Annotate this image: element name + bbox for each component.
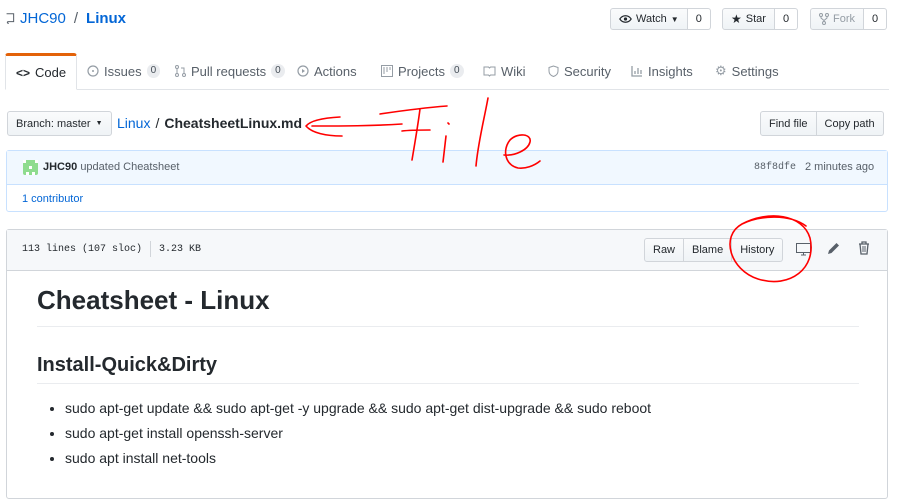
code-icon: <>: [16, 65, 31, 80]
fork-label: Fork: [833, 13, 855, 25]
tab-label: Security: [564, 63, 611, 79]
watch-button[interactable]: Watch ▼: [610, 8, 688, 30]
repo-title: JHC90 / Linux: [5, 10, 126, 27]
file-size: 3.23 KB: [159, 244, 202, 255]
tab-issues[interactable]: Issues 0: [87, 53, 161, 89]
desktop-icon[interactable]: [796, 243, 811, 256]
star-group: ★ Star 0: [722, 8, 799, 30]
play-icon: [297, 65, 309, 77]
tab-label: Pull requests: [191, 63, 267, 79]
project-icon: [381, 65, 393, 77]
file-header: 113 lines (107 sloc) 3.23 KB Raw Blame H…: [7, 230, 887, 271]
commit-message[interactable]: updated Cheatsheet: [80, 161, 179, 173]
watch-group: Watch ▼ 0: [610, 8, 711, 30]
file-box: 113 lines (107 sloc) 3.23 KB Raw Blame H…: [6, 229, 888, 499]
list-item: sudo apt install net-tools: [65, 446, 651, 471]
copy-path-button[interactable]: Copy path: [816, 111, 884, 136]
commit-time: 2 minutes ago: [805, 161, 875, 173]
book-icon: [483, 66, 496, 77]
caret-down-icon: ▼: [670, 14, 679, 24]
contributors-link[interactable]: 1 contributor: [22, 193, 83, 205]
watch-count[interactable]: 0: [687, 8, 711, 30]
tab-label: Settings: [731, 63, 779, 79]
issue-icon: [87, 65, 99, 77]
branch-label: Branch: master: [16, 117, 91, 130]
tab-actions[interactable]: Actions: [297, 53, 357, 89]
fork-group: Fork 0: [810, 8, 888, 30]
tab-label: Wiki: [501, 63, 526, 79]
markdown-heading-1: Cheatsheet - Linux: [37, 285, 859, 327]
tab-label: Issues: [104, 63, 142, 79]
repo-tabs: <> Code Issues 0 Pull requests 0 Actions…: [5, 53, 889, 90]
commit-bar: JHC90 updated Cheatsheet 88f8dfe 2 minut…: [7, 151, 887, 185]
avatar[interactable]: [23, 160, 38, 175]
find-file-button[interactable]: Find file: [760, 111, 817, 136]
file-actions: Find file Copy path: [760, 111, 884, 136]
tab-label: Insights: [648, 63, 693, 79]
shield-icon: [548, 65, 559, 77]
repo-owner-link[interactable]: JHC90: [20, 10, 66, 27]
projects-count-badge: 0: [449, 64, 464, 78]
commit-sha[interactable]: 88f8dfe: [754, 162, 796, 173]
pencil-icon[interactable]: [827, 242, 840, 255]
divider: [150, 241, 151, 257]
commit-author-link[interactable]: JHC90: [43, 161, 77, 173]
repo-name-link[interactable]: Linux: [86, 10, 126, 27]
star-icon: ★: [731, 12, 742, 26]
commit-box: JHC90 updated Cheatsheet 88f8dfe 2 minut…: [6, 150, 888, 212]
tab-security[interactable]: Security: [548, 53, 611, 89]
tab-label: Actions: [314, 63, 357, 79]
gear-icon: ⚙: [715, 63, 727, 78]
tab-code[interactable]: <> Code: [5, 53, 78, 90]
history-button[interactable]: History: [732, 238, 784, 262]
tab-label: Projects: [398, 63, 445, 79]
identicon-icon: [23, 160, 38, 175]
graph-icon: [631, 66, 642, 77]
commit-line: JHC90 updated Cheatsheet: [43, 161, 179, 173]
breadcrumb: Linux / CheatsheetLinux.md: [117, 115, 302, 131]
file-lines: 113 lines (107 sloc): [22, 244, 143, 255]
eye-icon: [619, 15, 632, 23]
repo-icon: [6, 13, 15, 24]
issues-count-badge: 0: [146, 64, 161, 78]
fork-count[interactable]: 0: [864, 8, 888, 30]
tab-insights[interactable]: Insights: [631, 53, 693, 89]
tab-projects[interactable]: Projects 0: [381, 53, 464, 89]
star-count[interactable]: 0: [774, 8, 799, 30]
list-item: sudo apt-get install openssh-server: [65, 421, 651, 446]
tab-wiki[interactable]: Wiki: [483, 53, 526, 89]
trash-icon[interactable]: [858, 241, 870, 255]
tab-label: Code: [35, 65, 67, 80]
pull-request-icon: [175, 65, 186, 77]
breadcrumb-separator: /: [155, 115, 160, 131]
branch-select[interactable]: Branch: master ▼: [7, 111, 112, 136]
fork-button[interactable]: Fork: [810, 8, 864, 30]
star-label: Star: [745, 13, 766, 25]
caret-down-icon: ▼: [95, 120, 103, 127]
tab-settings[interactable]: ⚙ Settings: [715, 53, 779, 89]
markdown-heading-2: Install-Quick&Dirty: [37, 354, 859, 384]
breadcrumb-repo-link[interactable]: Linux: [117, 115, 150, 131]
markdown-list: sudo apt-get update && sudo apt-get -y u…: [37, 396, 651, 471]
list-item: sudo apt-get update && sudo apt-get -y u…: [65, 396, 651, 421]
watch-label: Watch: [636, 13, 667, 25]
pull-requests-count-badge: 0: [271, 64, 285, 78]
annotation-arrow: [305, 116, 403, 137]
raw-button[interactable]: Raw: [644, 238, 685, 262]
blame-button[interactable]: Blame: [684, 238, 733, 262]
view-buttons: Raw Blame History: [644, 238, 784, 262]
repo-separator: /: [73, 10, 79, 27]
star-button[interactable]: ★ Star: [722, 8, 775, 30]
tab-pull-requests[interactable]: Pull requests 0: [175, 53, 285, 89]
fork-icon: [819, 13, 829, 25]
breadcrumb-file: CheatsheetLinux.md: [164, 115, 303, 131]
